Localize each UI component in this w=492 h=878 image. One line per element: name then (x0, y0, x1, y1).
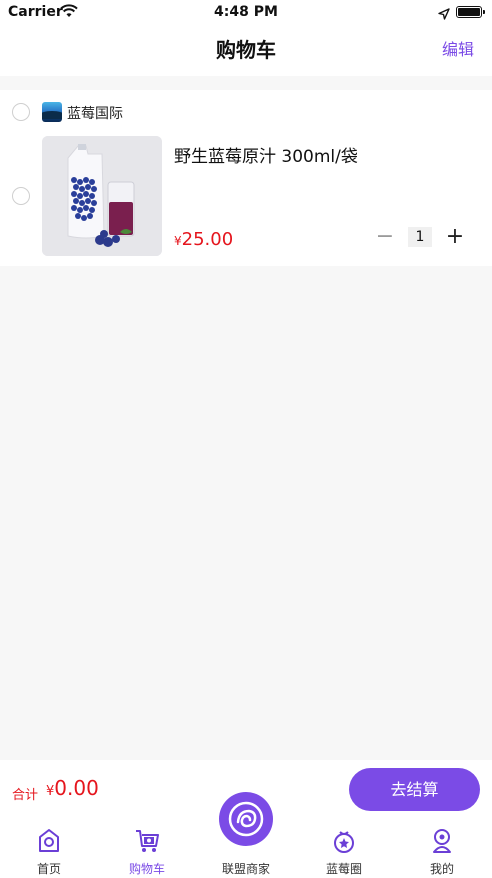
blueberry-circle-icon (332, 828, 356, 854)
home-icon (37, 828, 61, 854)
quantity-increase-button[interactable]: + (444, 226, 466, 248)
total-amount: 0.00 (54, 776, 99, 800)
item-select-radio[interactable] (12, 187, 30, 205)
tab-label-blueberry-circle: 蓝莓圈 (325, 862, 362, 876)
tab-home[interactable]: 首页 (14, 824, 84, 876)
total-value: ¥0.00 (46, 776, 99, 800)
quantity-value[interactable]: 1 (408, 227, 432, 247)
profile-icon (430, 828, 454, 854)
page-title: 购物车 (216, 38, 276, 62)
quantity-decrease-button[interactable]: − (374, 226, 396, 248)
tab-label-merchant[interactable]: 联盟商家 (206, 860, 286, 877)
status-bar: Carrier 4:48 PM (0, 0, 492, 24)
price-amount: 25.00 (181, 229, 234, 250)
battery-icon (456, 6, 485, 18)
cart-icon (135, 828, 159, 854)
tab-cart[interactable]: 购物车 (112, 824, 182, 876)
merchant-icon[interactable] (219, 792, 273, 846)
tab-profile[interactable]: 我的 (407, 824, 477, 876)
product-title[interactable]: 野生蓝莓原汁 300ml/袋 (174, 142, 358, 167)
tab-blueberry-circle[interactable]: 蓝莓圈 (309, 824, 379, 876)
tab-label-profile: 我的 (429, 862, 454, 876)
edit-button[interactable]: 编辑 (442, 36, 474, 60)
nav-bar: 购物车 编辑 (0, 24, 492, 76)
checkout-button[interactable]: 去结算 (349, 768, 480, 811)
product-image[interactable] (42, 136, 162, 256)
product-price: ¥25.00 (174, 229, 233, 250)
store-name: 蓝莓国际 (67, 106, 123, 122)
store-card: 蓝莓国际 野生蓝莓原汁 300ml/袋 ¥25.00 − 1 + (0, 90, 492, 266)
tab-label-cart: 购物车 (128, 862, 165, 876)
total-label: 合计 (12, 788, 39, 803)
price-currency: ¥ (174, 234, 182, 248)
store-select-radio[interactable] (12, 103, 30, 121)
store-logo (42, 102, 62, 122)
status-time: 4:48 PM (214, 4, 278, 20)
tab-label-home: 首页 (36, 862, 61, 876)
location-arrow-icon (438, 5, 450, 24)
tab-bar: 首页 购物车 联盟商家 蓝莓圈 我的 (0, 792, 492, 878)
